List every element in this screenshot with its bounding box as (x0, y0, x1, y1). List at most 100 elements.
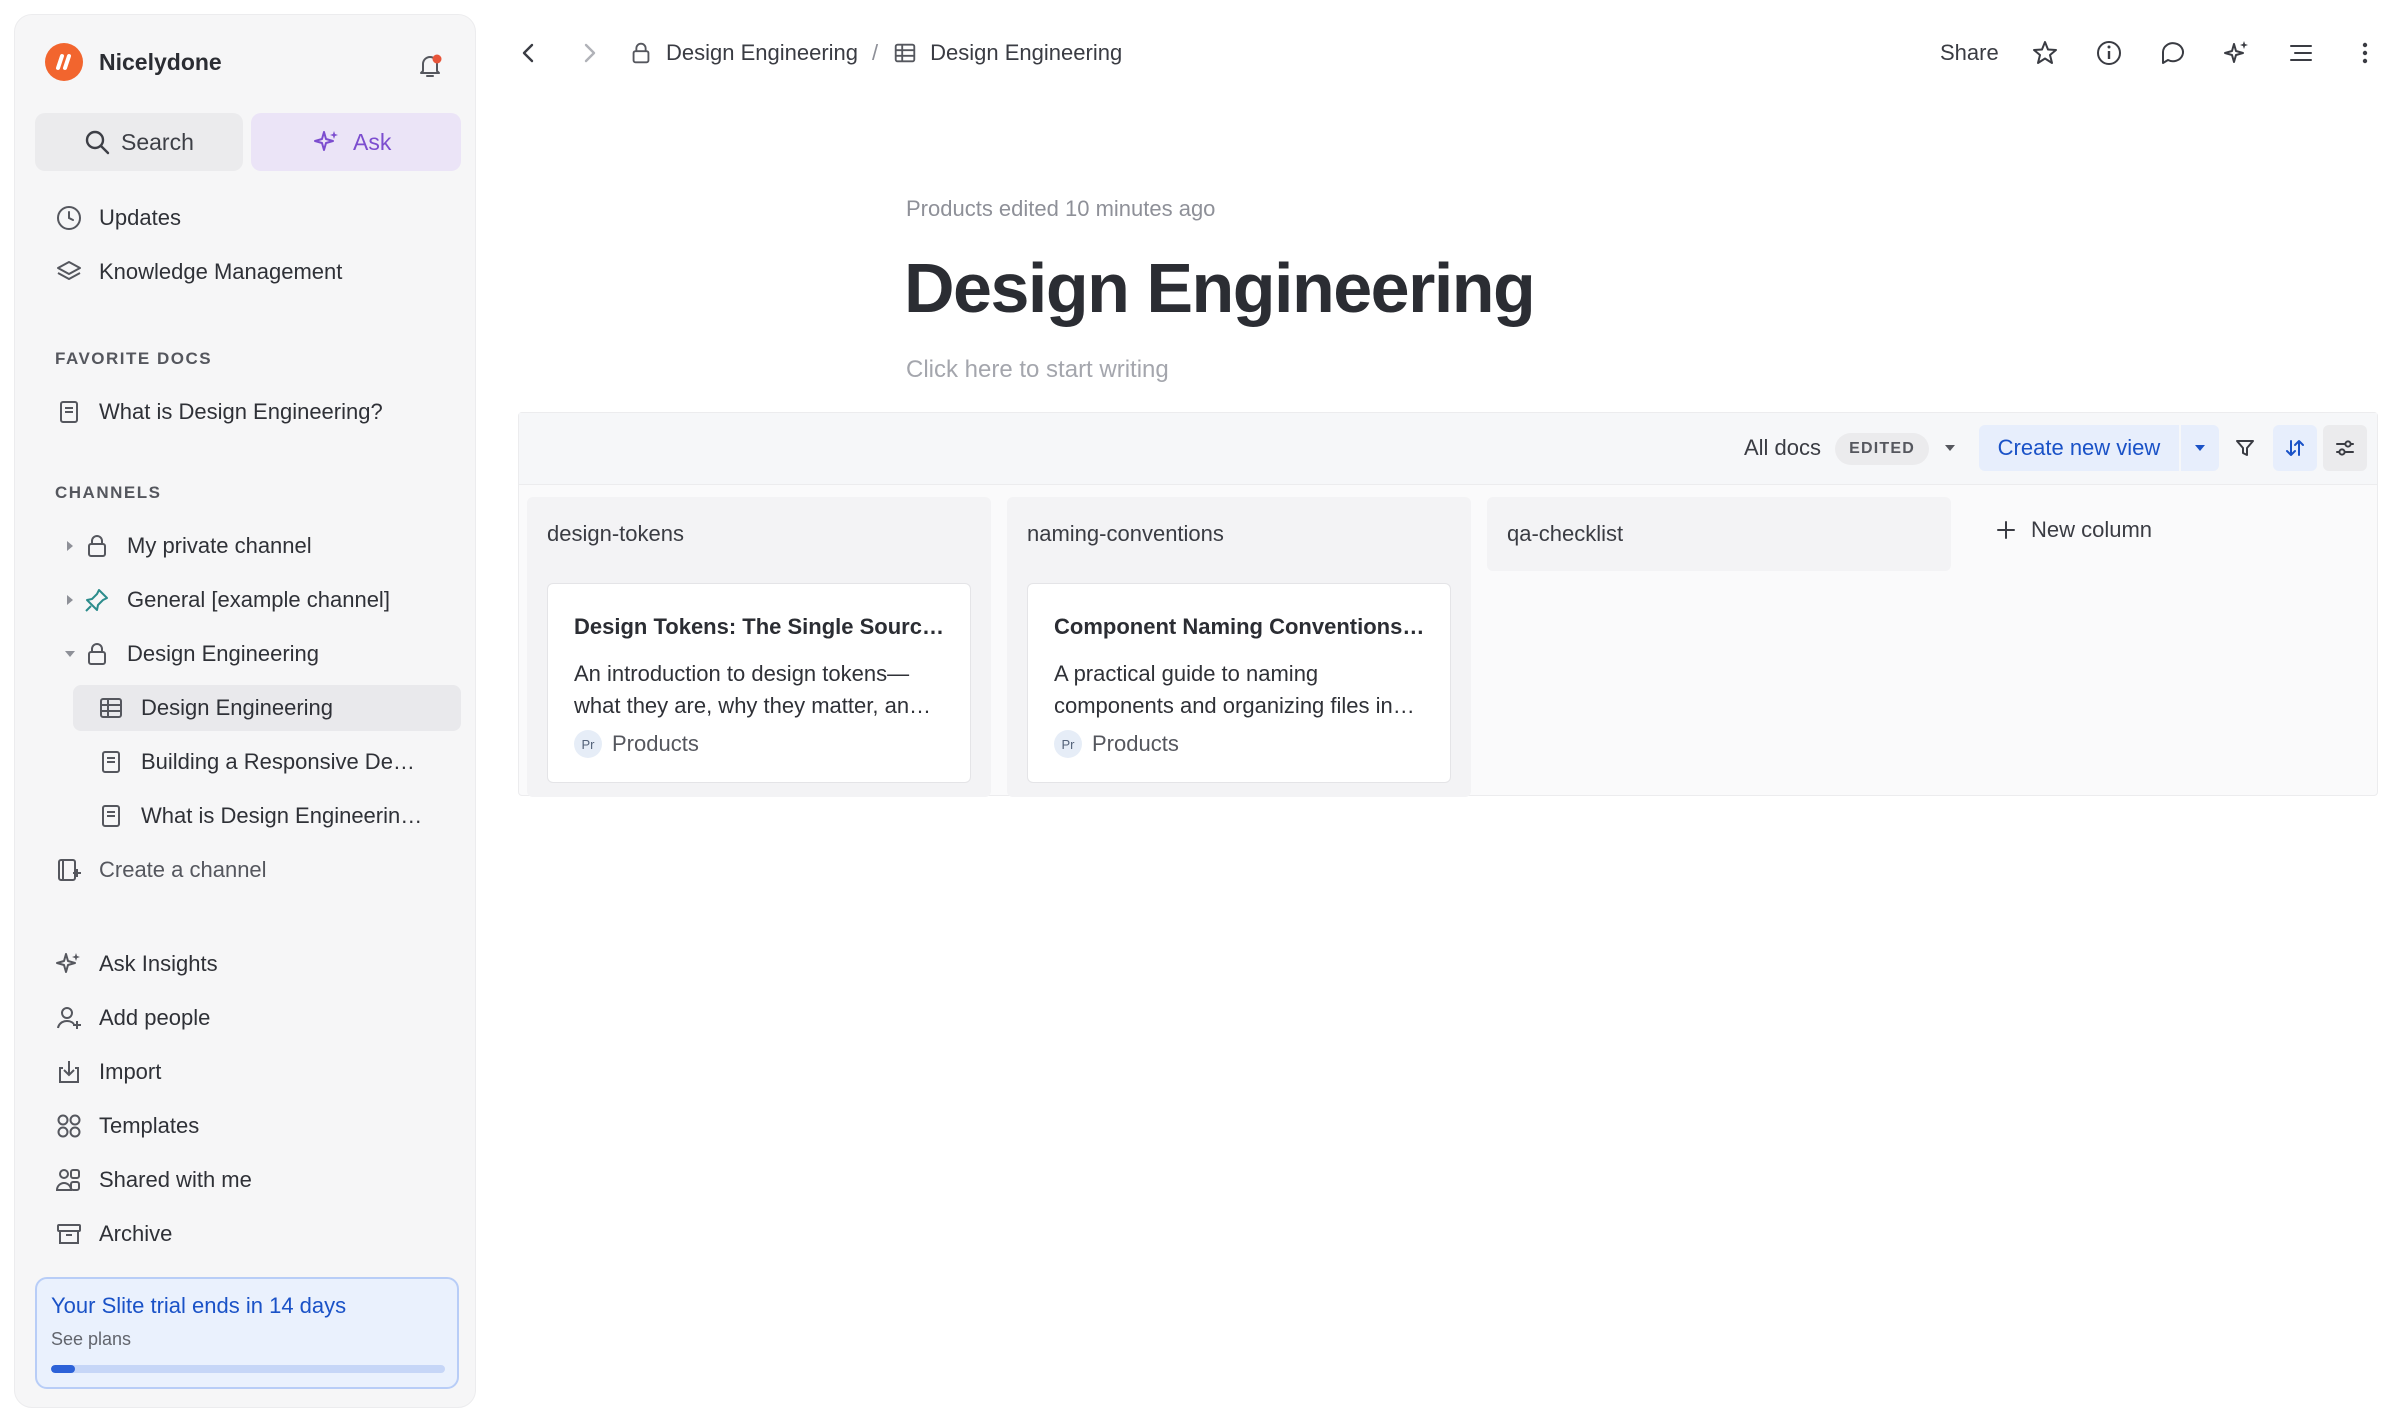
chevron-right-icon[interactable] (63, 593, 77, 607)
sidebar-item-import[interactable]: Import (35, 1049, 461, 1095)
sidebar-item-add-people[interactable]: Add people (35, 995, 461, 1041)
board-column: design-tokens Design Tokens: The Single … (527, 497, 991, 797)
board-column: qa-checklist (1487, 497, 1951, 571)
more-options-icon[interactable] (2350, 38, 2380, 68)
sidebar-item-knowledge-management[interactable]: Knowledge Management (35, 249, 461, 295)
sidebar-channel-my-private-channel[interactable]: My private channel (35, 523, 461, 569)
workspace-switcher[interactable]: Nicelydone (45, 43, 222, 81)
sidebar-item-label: Archive (99, 1221, 173, 1246)
sidebar-child-building-responsive[interactable]: Building a Responsive De… (73, 739, 461, 785)
create-view-dropdown[interactable] (2181, 425, 2219, 471)
filter-button[interactable] (2223, 425, 2267, 471)
doc-icon (102, 805, 120, 827)
ask-button[interactable]: Ask (251, 113, 461, 171)
trial-banner[interactable]: Your Slite trial ends in 14 days See pla… (35, 1277, 459, 1389)
page-title[interactable]: Design Engineering (904, 248, 1536, 328)
info-icon[interactable] (2094, 38, 2124, 68)
lock-icon (632, 42, 650, 64)
sidebar-item-label: Create a channel (99, 857, 267, 882)
settings-sliders-icon (2336, 440, 2354, 456)
sidebar-item-label: My private channel (127, 533, 312, 558)
board-toolbar: All docs EDITED Create new view (519, 413, 2377, 485)
sidebar-item-ask-insights[interactable]: Ask Insights (35, 941, 461, 987)
sidebar-item-label: Updates (99, 205, 181, 230)
sidebar-item-favorite-doc[interactable]: What is Design Engineering? (35, 389, 461, 435)
table-icon (894, 43, 916, 63)
edited-badge: EDITED (1835, 433, 1929, 465)
see-plans-link[interactable]: See plans (51, 1329, 131, 1350)
board-card[interactable]: Design Tokens: The Single Sourc… An intr… (547, 583, 971, 783)
templates-icon (57, 1114, 81, 1138)
card-description: An introduction to design tokens—what th… (574, 661, 932, 718)
sidebar-channel-design-engineering[interactable]: Design Engineering (35, 631, 461, 677)
trial-progress-fill (51, 1365, 75, 1373)
card-title: Design Tokens: The Single Sourc… (574, 614, 944, 639)
comment-icon[interactable] (2158, 38, 2188, 68)
add-channel-icon (58, 859, 81, 881)
sort-button[interactable] (2273, 425, 2317, 471)
sidebar-channel-general[interactable]: General [example channel] (35, 577, 461, 623)
add-person-icon (57, 1007, 81, 1029)
sidebar-item-label: General [example channel] (127, 587, 390, 612)
view-selector[interactable]: All docs (1744, 435, 1821, 461)
sidebar-child-what-is-design-engineering[interactable]: What is Design Engineerin… (73, 793, 461, 839)
sidebar-item-archive[interactable]: Archive (35, 1211, 461, 1257)
sidebar-item-label: Import (99, 1059, 162, 1084)
card-tag: Pr Products (1054, 730, 1179, 758)
favorites-header: FAVORITE DOCS (55, 349, 213, 368)
archive-icon (57, 1224, 81, 1244)
sidebar-item-label: Shared with me (99, 1167, 252, 1192)
breadcrumb-item[interactable]: Design Engineering (930, 40, 1122, 66)
chevron-down-icon[interactable] (63, 647, 77, 661)
star-icon[interactable] (2030, 38, 2060, 68)
sidebar-item-templates[interactable]: Templates (35, 1103, 461, 1149)
sidebar: Nicelydone Search Ask Updates Knowledge … (14, 14, 476, 1408)
topbar: Design Engineering / Design Engineering … (490, 20, 2400, 86)
sidebar-item-label: Building a Responsive De… (141, 749, 415, 774)
breadcrumb: Design Engineering / Design Engineering (628, 20, 1122, 86)
chevron-right-icon[interactable] (63, 539, 77, 553)
plus-icon (1997, 521, 2015, 539)
outline-icon[interactable] (2286, 38, 2316, 68)
chevron-down-icon[interactable] (1943, 443, 1957, 453)
layers-icon (57, 261, 81, 280)
sidebar-item-label: What is Design Engineerin… (141, 803, 423, 828)
create-channel-button[interactable]: Create a channel (35, 847, 461, 893)
share-button[interactable]: Share (1940, 20, 1999, 86)
tag-avatar: Pr (1054, 730, 1082, 758)
column-title[interactable]: naming-conventions (1027, 521, 1224, 547)
new-column-button[interactable]: New column (1993, 517, 2152, 543)
doc-body-placeholder[interactable]: Click here to start writing (906, 356, 1169, 384)
card-description: A practical guide to naming components a… (1054, 661, 1415, 718)
clock-icon (57, 206, 81, 230)
doc-icon (60, 401, 78, 423)
column-title[interactable]: qa-checklist (1507, 521, 1623, 547)
sidebar-item-label: Design Engineering (141, 695, 334, 720)
trial-progress-bar (51, 1365, 445, 1373)
search-button[interactable]: Search (35, 113, 243, 171)
sidebar-item-label: What is Design Engineering? (99, 399, 383, 424)
breadcrumb-item[interactable]: Design Engineering (666, 40, 858, 66)
lock-icon (88, 643, 106, 665)
edited-note: Products edited 10 minutes ago (906, 196, 1216, 221)
sidebar-item-updates[interactable]: Updates (35, 195, 461, 241)
column-title[interactable]: design-tokens (547, 521, 684, 547)
board-card[interactable]: Component Naming Conventions… A practica… (1027, 583, 1451, 783)
tag-label: Products (1092, 731, 1179, 756)
sparkle-icon[interactable] (2222, 38, 2252, 68)
breadcrumb-separator: / (872, 40, 879, 65)
tag-label: Products (612, 731, 699, 756)
forward-arrow-icon[interactable] (574, 38, 604, 68)
sidebar-item-label: Design Engineering (127, 641, 320, 666)
sidebar-item-label: Templates (99, 1113, 200, 1138)
sidebar-child-design-engineering[interactable]: Design Engineering (73, 685, 461, 731)
new-column-label: New column (2031, 517, 2153, 542)
notifications-bell-icon[interactable] (415, 51, 445, 81)
sidebar-item-label: Add people (99, 1005, 211, 1030)
sidebar-item-label: Knowledge Management (99, 259, 343, 284)
sidebar-item-shared-with-me[interactable]: Shared with me (35, 1157, 461, 1203)
create-new-view-button[interactable]: Create new view (1979, 425, 2179, 471)
back-arrow-icon[interactable] (514, 38, 544, 68)
sidebar-item-label: Ask Insights (99, 951, 218, 976)
view-settings-button[interactable] (2323, 425, 2367, 471)
